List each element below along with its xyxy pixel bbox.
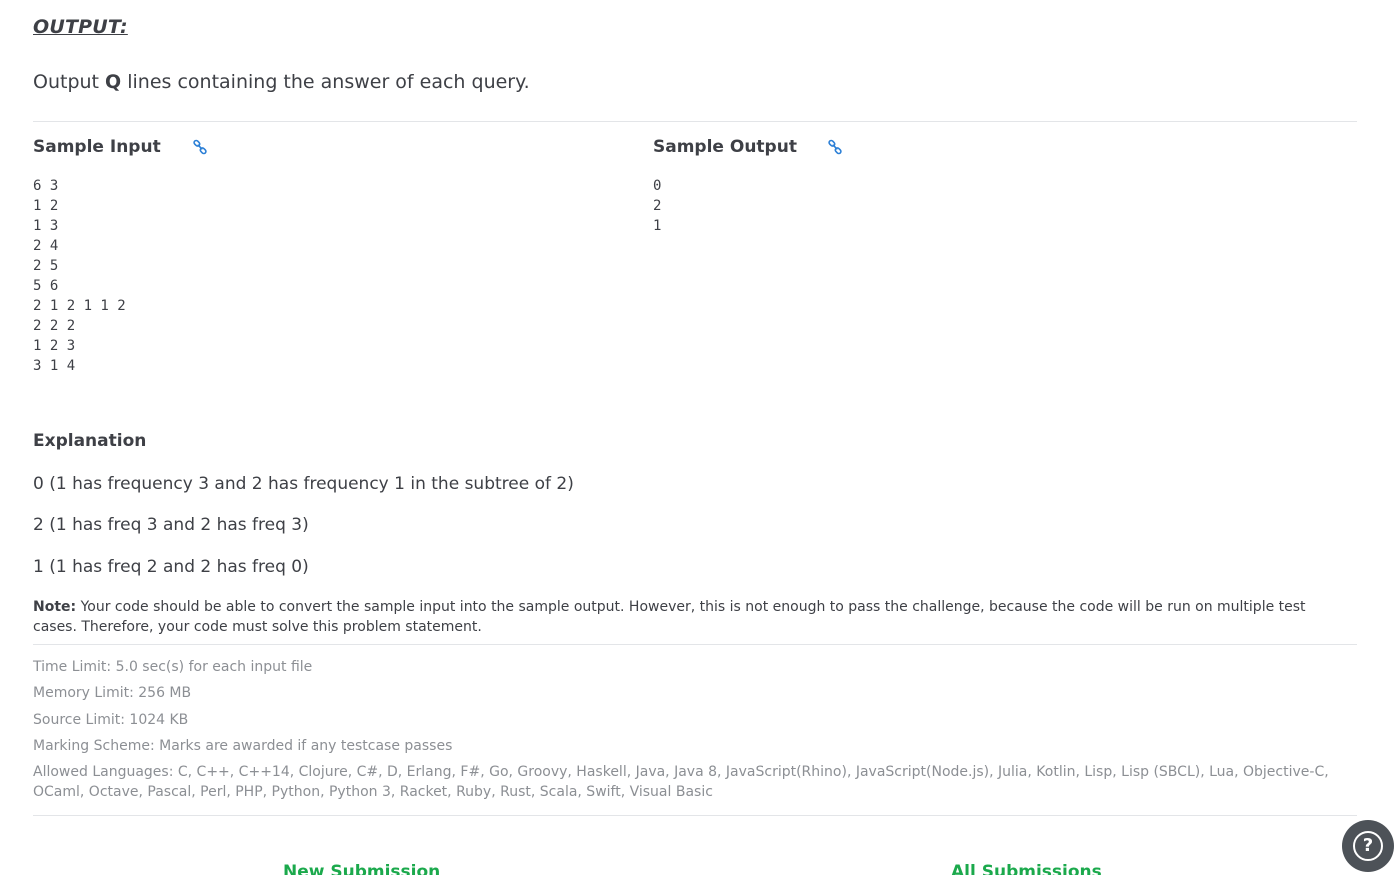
sample-output-block: Sample Output 0 2 1: [653, 134, 843, 236]
output-desc-suffix: lines containing the answer of each quer…: [121, 71, 530, 93]
output-desc-prefix: Output: [33, 71, 106, 93]
help-icon: ?: [1353, 831, 1383, 861]
code-line: 2: [653, 198, 662, 214]
output-heading: OUTPUT:: [33, 16, 128, 38]
divider: [33, 121, 1357, 122]
divider: [33, 644, 1357, 645]
link-icon[interactable]: [827, 139, 843, 155]
new-submission-link[interactable]: New Submission: [283, 862, 440, 875]
sample-input-code: 6 3 1 2 1 3 2 4 2 5 5 6 2 1 2 1 1 2 2 2 2 1 2 3 3…: [33, 176, 208, 376]
code-line: 1 3: [33, 218, 59, 234]
sample-input-block: Sample Input 6 3 1 2 1 3 2 4 2 5 5 6 2 1 2 1 1…: [33, 134, 208, 376]
source-limit: Source Limit: 1024 KB: [33, 712, 189, 728]
explanation-line: 0 (1 has frequency 3 and 2 has frequency…: [33, 474, 574, 494]
sample-output-code: 0 2 1: [653, 176, 843, 236]
help-button[interactable]: ?: [1342, 820, 1394, 872]
memory-limit: Memory Limit: 256 MB: [33, 685, 192, 701]
explanation-line: 2 (1 has freq 3 and 2 has freq 3): [33, 515, 309, 535]
note-text: Your code should be able to convert the …: [33, 599, 1306, 635]
all-submissions-link[interactable]: All Submissions: [951, 862, 1102, 875]
note-label: Note:: [33, 599, 77, 615]
code-line: 2 2 2: [33, 318, 76, 334]
output-desc-variable: Q: [105, 71, 122, 93]
allowed-languages: Allowed Languages: C, C++, C++14, Clojur…: [33, 764, 1329, 800]
code-line: 5 6: [33, 278, 59, 294]
time-limit: Time Limit: 5.0 sec(s) for each input fi…: [33, 659, 313, 675]
note: Note: Your code should be able to conver…: [33, 597, 1353, 637]
code-line: 2 1 2 1 1 2: [33, 298, 126, 314]
code-line: 2 4: [33, 238, 59, 254]
explanation-line: 1 (1 has freq 2 and 2 has freq 0): [33, 557, 309, 577]
code-line: 1 2 3: [33, 338, 76, 354]
explanation-title: Explanation: [33, 431, 147, 451]
code-line: 1: [653, 218, 662, 234]
code-line: 0: [653, 178, 662, 194]
code-line: 1 2: [33, 198, 59, 214]
link-icon[interactable]: [192, 139, 208, 155]
marking-scheme: Marking Scheme: Marks are awarded if any…: [33, 738, 453, 754]
sample-input-header: Sample Input: [33, 134, 208, 160]
divider: [33, 815, 1357, 816]
sample-output-title: Sample Output: [653, 137, 797, 157]
code-line: 2 5: [33, 258, 59, 274]
sample-input-title: Sample Input: [33, 137, 161, 157]
output-description: Output Q lines containing the answer of …: [33, 71, 530, 93]
code-line: 6 3: [33, 178, 59, 194]
sample-output-header: Sample Output: [653, 134, 843, 160]
code-line: 3 1 4: [33, 358, 76, 374]
